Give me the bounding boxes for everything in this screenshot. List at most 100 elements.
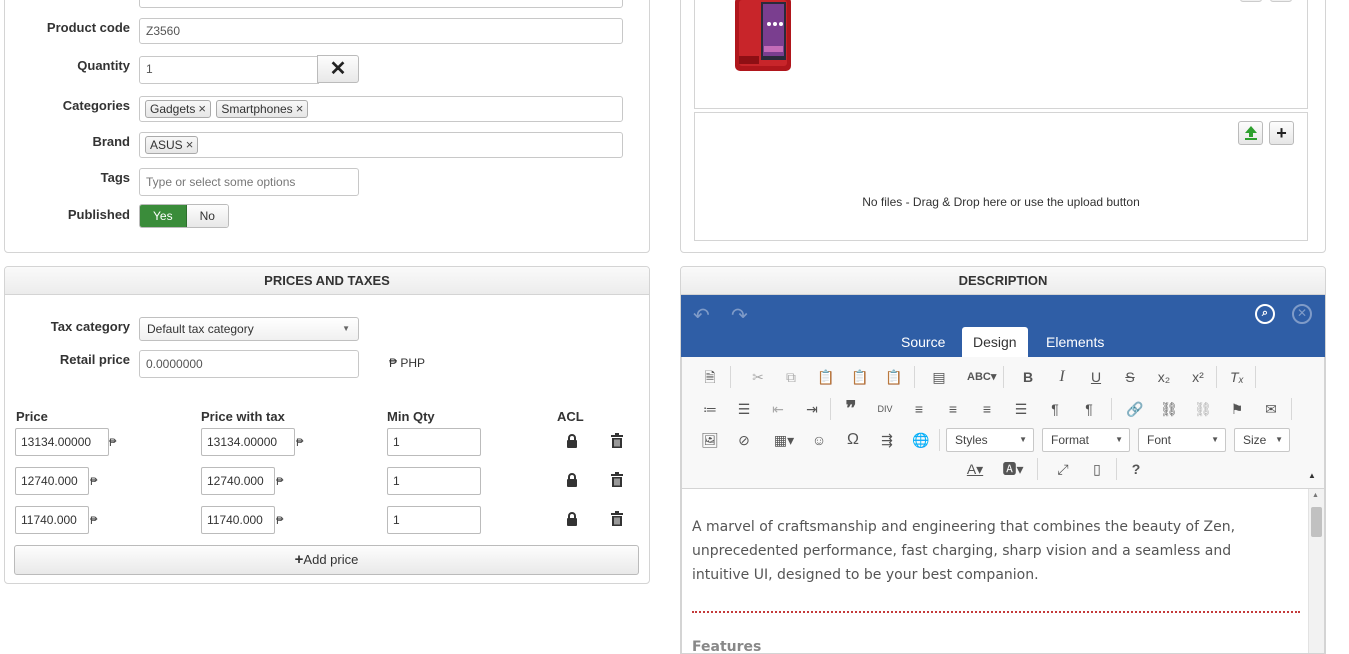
maximize-icon[interactable]: ⤢ [1052, 458, 1074, 480]
product-code-input[interactable]: Z3560 [139, 18, 623, 44]
paste-word-icon[interactable]: 📋 [883, 366, 905, 388]
lock-icon[interactable] [566, 473, 578, 487]
retail-price-input[interactable]: 0.0000000 [139, 350, 359, 378]
table-icon[interactable]: ▦▾ [769, 429, 799, 451]
tags-input[interactable]: Type or select some options [139, 168, 359, 196]
spellcheck-icon[interactable]: ABC▾ [967, 366, 996, 388]
align-left-icon[interactable]: ≡ [908, 398, 930, 420]
subscript-icon[interactable]: x₂ [1153, 366, 1175, 388]
remove-format-icon[interactable]: Tₓ [1226, 366, 1248, 388]
email-icon[interactable]: ✉ [1260, 398, 1282, 420]
size-combo[interactable]: Size ▼ [1234, 428, 1290, 452]
image-icon[interactable]: 🖼 [699, 429, 721, 451]
justify-icon[interactable]: ☰ [1010, 398, 1032, 420]
lock-icon[interactable] [566, 512, 578, 526]
min-qty-input[interactable]: 1 [387, 506, 481, 534]
tab-source[interactable]: Source [890, 327, 956, 357]
background-color-icon[interactable]: 🅰▾ [998, 458, 1028, 480]
published-no-button[interactable]: No [186, 205, 228, 227]
scrollbar-thumb[interactable] [1311, 507, 1322, 537]
toolbar-separator [1255, 366, 1256, 388]
rtl-icon[interactable]: ¶ [1078, 398, 1100, 420]
undo-icon[interactable]: ↶ [693, 303, 710, 328]
smiley-icon[interactable]: ☺ [808, 429, 830, 451]
price-with-tax-input[interactable]: 12740.000 [201, 467, 275, 495]
remove-tag-icon[interactable]: × [198, 101, 206, 116]
scroll-up-icon[interactable]: ▲ [1312, 492, 1319, 499]
text-color-icon[interactable]: A▾ [960, 458, 990, 480]
quantity-input[interactable]: 1 [139, 56, 319, 84]
align-right-icon[interactable]: ≡ [976, 398, 998, 420]
product-name-input-cut[interactable] [139, 0, 623, 8]
align-center-icon[interactable]: ≡ [942, 398, 964, 420]
media-image-action-a[interactable] [1240, 0, 1262, 2]
remove-tag-icon[interactable]: × [296, 101, 304, 116]
underline-icon[interactable]: U [1085, 366, 1107, 388]
anchor-unlink-icon[interactable]: ⛓ [1192, 398, 1214, 420]
indent-icon[interactable]: ⇥ [801, 398, 823, 420]
trash-icon[interactable] [611, 472, 623, 487]
collapse-toolbar-icon[interactable]: ▲ [1308, 471, 1316, 480]
iframe-icon[interactable]: 🌐 [910, 429, 932, 451]
price-input[interactable]: 12740.000 [15, 467, 89, 495]
superscript-icon[interactable]: x² [1187, 366, 1209, 388]
quantity-clear-button[interactable]: ✕ [317, 55, 359, 83]
add-media-button[interactable]: + [1269, 121, 1294, 145]
create-div-icon[interactable]: DIV [874, 398, 896, 420]
bold-icon[interactable]: B [1017, 366, 1039, 388]
page-break-icon[interactable]: ⇶ [876, 429, 898, 451]
close-editor-icon[interactable]: ✕ [1292, 304, 1312, 324]
price-currency-symbol: ₱ [90, 476, 98, 488]
cut-icon[interactable]: ✂ [747, 366, 769, 388]
price-with-tax-input[interactable]: 13134.00000 [201, 428, 295, 456]
copy-icon[interactable]: ⧉ [780, 366, 802, 388]
tab-design[interactable]: Design [962, 327, 1028, 357]
toolbar-separator [830, 398, 831, 420]
numbered-list-icon[interactable]: ≔ [699, 398, 721, 420]
brand-input[interactable]: ASUS × [139, 132, 623, 158]
new-document-icon[interactable]: 🗎 [699, 366, 721, 388]
show-blocks-icon[interactable]: ▯ [1086, 458, 1108, 480]
help-icon[interactable]: ? [1125, 458, 1147, 480]
remove-tag-icon[interactable]: × [186, 137, 194, 152]
tax-category-select[interactable]: Default tax category ▼ [139, 317, 359, 341]
editor-scrollbar[interactable]: ▲ [1308, 489, 1324, 653]
styles-combo[interactable]: Styles ▼ [946, 428, 1034, 452]
link-icon[interactable]: 🔗 [1124, 398, 1146, 420]
price-input[interactable]: 13134.00000 [15, 428, 109, 456]
paste-text-icon[interactable]: 📋 [849, 366, 871, 388]
add-price-button[interactable]: +Add price [14, 545, 639, 575]
lock-icon[interactable] [566, 434, 578, 448]
categories-input[interactable]: Gadgets × Smartphones × [139, 96, 623, 122]
find-replace-icon[interactable]: ▤ [928, 366, 950, 388]
blockquote-icon[interactable]: ❞ [840, 398, 862, 420]
media-dropzone[interactable] [694, 112, 1308, 241]
product-image[interactable] [734, 0, 792, 72]
price-input[interactable]: 11740.000 [15, 506, 89, 534]
italic-icon[interactable]: I [1051, 366, 1073, 388]
format-combo[interactable]: Format ▼ [1042, 428, 1130, 452]
redo-icon[interactable]: ↷ [731, 303, 748, 328]
published-yes-button[interactable]: Yes [140, 205, 187, 227]
ltr-icon[interactable]: ¶ [1044, 398, 1066, 420]
paste-icon[interactable]: 📋 [815, 366, 837, 388]
min-qty-input[interactable]: 1 [387, 428, 481, 456]
editor-content[interactable]: A marvel of craftsmanship and engineerin… [681, 488, 1325, 654]
strikethrough-icon[interactable]: S [1119, 366, 1141, 388]
outdent-icon[interactable]: ⇤ [767, 398, 789, 420]
font-combo[interactable]: Font ▼ [1138, 428, 1226, 452]
price-with-tax-input[interactable]: 11740.000 [201, 506, 275, 534]
special-char-icon[interactable]: Ω [842, 429, 864, 451]
tab-elements[interactable]: Elements [1035, 327, 1115, 357]
media-image-action-b[interactable] [1270, 0, 1292, 2]
bulleted-list-icon[interactable]: ☰ [733, 398, 755, 420]
flash-icon[interactable]: ⊘ [733, 429, 755, 451]
unlink-icon[interactable]: ⛓ [1158, 398, 1180, 420]
min-qty-input[interactable]: 1 [387, 467, 481, 495]
find-icon[interactable]: ⌕ [1255, 304, 1275, 324]
caret-down-icon: ▼ [342, 324, 350, 333]
anchor-flag-icon[interactable]: ⚑ [1226, 398, 1248, 420]
trash-icon[interactable] [611, 433, 623, 448]
trash-icon[interactable] [611, 511, 623, 526]
upload-button[interactable] [1238, 121, 1263, 145]
